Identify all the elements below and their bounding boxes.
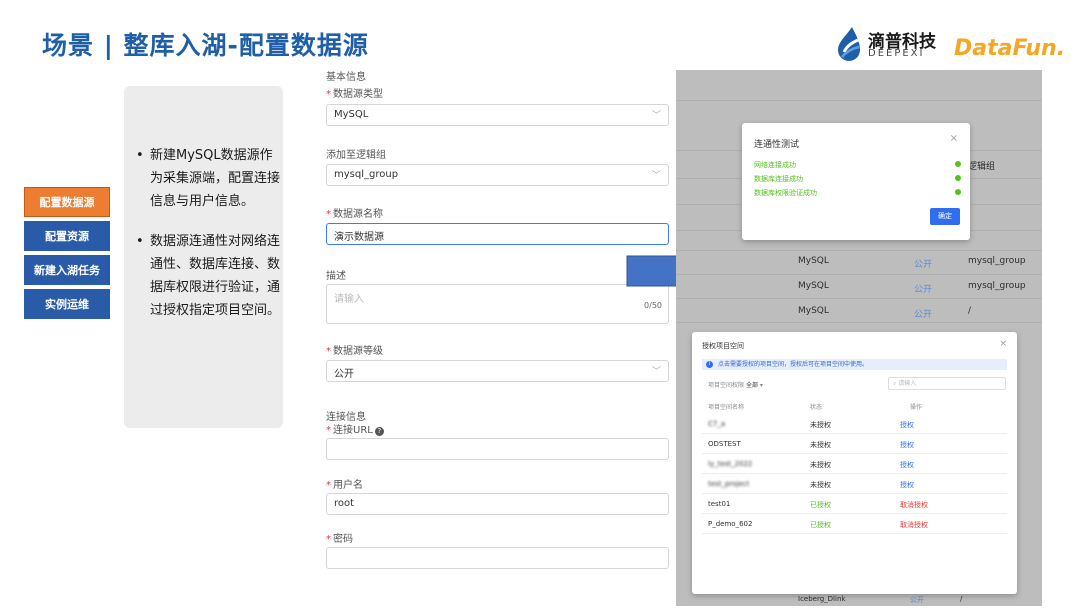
- success-dot-icon: [955, 175, 961, 181]
- row-type: MySQL: [798, 306, 829, 316]
- row-type: Iceberg_Dlink: [798, 595, 846, 603]
- section-basic-info: 基本信息: [326, 72, 366, 83]
- revoke-link[interactable]: 取消授权: [900, 520, 928, 530]
- user-label: * 用户名: [326, 480, 363, 491]
- chevron-down-icon: ﹀: [651, 171, 661, 181]
- url-label: * 连接URL?: [326, 421, 384, 436]
- project-name: ODSTEST: [708, 440, 741, 448]
- description-panel: 新建MySQL数据源作为采集源端，配置连接信息与用户信息。 数据源连通性对网络连…: [124, 86, 283, 428]
- char-counter: 0/50: [644, 301, 662, 310]
- row-level: 公开: [914, 260, 933, 270]
- connectivity-test-dialog: 连通性测试 × 网络连接成功 数据库连接成功 数据库权限验证成功 确定: [742, 123, 970, 240]
- auth-status: 已授权: [810, 521, 831, 529]
- help-icon[interactable]: ?: [374, 427, 384, 436]
- check-permission: 数据库权限验证成功: [754, 189, 817, 197]
- datasource-name-input[interactable]: 演示数据源: [326, 223, 669, 245]
- connection-url-input[interactable]: [326, 438, 669, 460]
- row-group: mysql_group: [968, 281, 1026, 291]
- level-label: * 数据源等级: [326, 346, 383, 357]
- row-type: MySQL: [798, 281, 829, 291]
- auth-status: 已授权: [810, 501, 831, 509]
- description-textarea[interactable]: 请输入 0/50: [326, 284, 669, 324]
- auth-status: 未授权: [810, 441, 831, 449]
- authorize-link[interactable]: 授权: [900, 420, 914, 430]
- row-group: mysql_group: [968, 256, 1026, 266]
- authorize-link[interactable]: 授权: [900, 480, 914, 490]
- row-group: /: [968, 306, 972, 316]
- bullet-item: 数据源连通性对网络连通性、数据库连接、数据库权限进行验证，通过授权指定项目空间。: [134, 230, 284, 322]
- dialog-title: 连通性测试: [754, 140, 800, 150]
- table-row: P_demo_602 已授权 取消授权: [702, 514, 1007, 534]
- datasource-level-select[interactable]: 公开 ﹀: [326, 360, 669, 382]
- confirm-button[interactable]: 确定: [930, 208, 960, 225]
- nav-new-ingest-task[interactable]: 新建入湖任务: [24, 255, 110, 285]
- success-dot-icon: [955, 161, 961, 167]
- nav-instance-ops[interactable]: 实例运维: [24, 289, 110, 319]
- step-nav: 配置数据源 配置资源 新建入湖任务 实例运维: [24, 187, 110, 323]
- table-row: ly_test_2022 未授权 授权: [702, 454, 1007, 474]
- deepexi-logo: 滴普科技 DEEPEXI: [836, 24, 946, 66]
- check-network: 网络连接成功: [754, 161, 796, 169]
- authorize-project-dialog: 授权项目空间 × i 点击需要授权的项目空间，授权后可在项目空间中使用。 项目空…: [692, 332, 1017, 594]
- auth-status: 未授权: [810, 481, 831, 489]
- row-level: 公开: [914, 310, 933, 320]
- password-input[interactable]: [326, 547, 669, 569]
- chevron-down-icon: ﹀: [651, 111, 661, 121]
- info-banner: i 点击需要授权的项目空间，授权后可在项目空间中使用。: [702, 359, 1007, 370]
- dialog-title: 授权项目空间: [702, 342, 744, 350]
- group-label: 添加至逻辑组: [326, 150, 386, 161]
- col-header-status: 状态: [810, 404, 823, 411]
- desc-label: 描述: [326, 271, 346, 282]
- nav-configure-datasource[interactable]: 配置数据源: [24, 187, 110, 217]
- project-search-input[interactable]: ⌕ 请输入: [888, 377, 1006, 390]
- datafun-logo: DataFun.: [954, 36, 1066, 61]
- slide-title: 场景 | 整库入湖-配置数据源: [42, 31, 369, 60]
- logic-group-select[interactable]: mysql_group ﹀: [326, 164, 669, 186]
- type-label: * 数据源类型: [326, 89, 383, 100]
- row-type: MySQL: [798, 256, 829, 266]
- row-level: 公开: [910, 596, 924, 604]
- table-row: test_project 未授权 授权: [702, 474, 1007, 494]
- auth-status: 未授权: [810, 421, 831, 429]
- username-input[interactable]: root: [326, 493, 669, 515]
- close-icon[interactable]: ×: [950, 133, 958, 144]
- deepexi-drop-icon: [838, 27, 860, 61]
- authorize-link[interactable]: 授权: [900, 440, 914, 450]
- permission-filter[interactable]: 项目空间权限 全部 ▾: [708, 380, 763, 389]
- column-header: 逻辑组: [968, 162, 996, 172]
- datasource-type-select[interactable]: MySQL ﹀: [326, 104, 669, 126]
- chevron-down-icon: ﹀: [651, 367, 661, 377]
- name-label: * 数据源名称: [326, 209, 383, 220]
- table-row: C7_a 未授权 授权: [702, 414, 1007, 434]
- password-label: * 密码: [326, 534, 353, 545]
- project-name: P_demo_602: [708, 520, 753, 528]
- table-row: ODSTEST 未授权 授权: [702, 434, 1007, 454]
- close-icon[interactable]: ×: [999, 339, 1007, 349]
- check-database: 数据库连接成功: [754, 175, 803, 183]
- project-name: ly_test_2022: [708, 460, 753, 468]
- revoke-link[interactable]: 取消授权: [900, 500, 928, 510]
- search-icon: ⌕: [893, 380, 897, 387]
- auth-status: 未授权: [810, 461, 831, 469]
- nav-configure-resource[interactable]: 配置资源: [24, 221, 110, 251]
- project-name: C7_a: [708, 420, 726, 428]
- col-header-action: 操作: [910, 404, 923, 411]
- row-group: /: [960, 595, 963, 603]
- col-header-name: 项目空间名称: [708, 404, 745, 411]
- table-row: test01 已授权 取消授权: [702, 494, 1007, 514]
- info-icon: i: [706, 361, 713, 368]
- project-name: test01: [708, 500, 731, 508]
- row-level: 公开: [914, 285, 933, 295]
- bullet-item: 新建MySQL数据源作为采集源端，配置连接信息与用户信息。: [134, 144, 284, 213]
- deepexi-logo-en: DEEPEXI: [868, 48, 925, 59]
- authorize-link[interactable]: 授权: [900, 460, 914, 470]
- success-dot-icon: [955, 189, 961, 195]
- project-name: test_project: [708, 480, 750, 488]
